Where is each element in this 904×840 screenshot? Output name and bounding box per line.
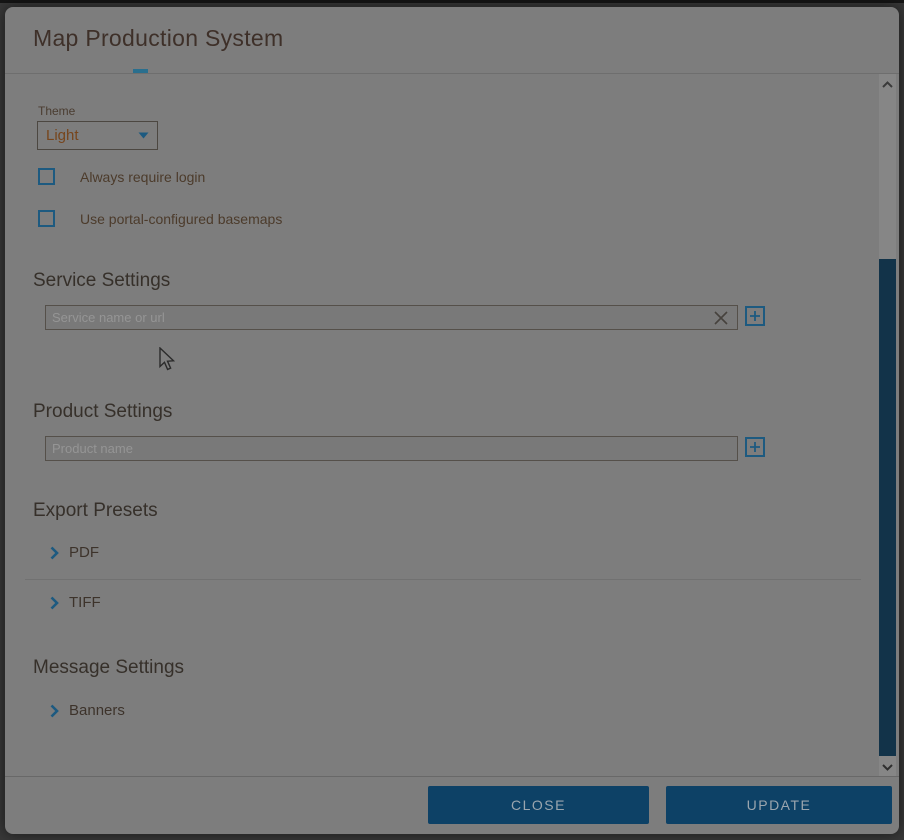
export-preset-label: TIFF: [69, 594, 101, 611]
export-preset-tiff-row[interactable]: TIFF: [50, 594, 101, 611]
scroll-up-icon[interactable]: [879, 76, 896, 93]
service-settings-heading: Service Settings: [33, 270, 170, 292]
chevron-right-icon: [50, 546, 59, 560]
header-divider: [5, 73, 899, 74]
portal-basemaps-checkbox[interactable]: [38, 210, 55, 227]
screen: Map Production System Theme Light Always…: [0, 0, 904, 840]
map-production-system-dialog: Map Production System Theme Light Always…: [5, 7, 899, 834]
clear-input-icon[interactable]: [713, 310, 729, 326]
dialog-title: Map Production System: [33, 25, 283, 52]
row-divider: [25, 579, 861, 580]
vertical-scrollbar[interactable]: [879, 74, 896, 776]
product-name-input[interactable]: [45, 436, 738, 461]
mouse-cursor: [158, 347, 175, 376]
footer-divider: [5, 776, 899, 777]
checkbox-label: Always require login: [80, 169, 205, 185]
add-service-button[interactable]: [745, 306, 765, 326]
always-require-login-checkbox[interactable]: [38, 168, 55, 185]
chevron-right-icon: [50, 596, 59, 610]
scroll-down-icon[interactable]: [879, 759, 896, 776]
export-preset-pdf-row[interactable]: PDF: [50, 544, 99, 561]
banners-row[interactable]: Banners: [50, 702, 125, 719]
update-button[interactable]: UPDATE: [666, 786, 892, 824]
export-presets-heading: Export Presets: [33, 500, 158, 522]
checkbox-row-portal-basemaps: Use portal-configured basemaps: [38, 210, 282, 227]
product-settings-heading: Product Settings: [33, 401, 172, 423]
theme-select[interactable]: Light: [37, 121, 158, 150]
export-preset-label: PDF: [69, 544, 99, 561]
chevron-right-icon: [50, 704, 59, 718]
checkbox-label: Use portal-configured basemaps: [80, 211, 282, 227]
add-product-button[interactable]: [745, 437, 765, 457]
close-button[interactable]: CLOSE: [428, 786, 649, 824]
caret-down-icon: [138, 132, 149, 139]
service-name-input[interactable]: [45, 305, 738, 330]
theme-select-value: Light: [46, 127, 138, 144]
message-setting-label: Banners: [69, 702, 125, 719]
theme-label: Theme: [38, 104, 75, 118]
checkbox-row-always-require-login: Always require login: [38, 168, 205, 185]
message-settings-heading: Message Settings: [33, 657, 184, 679]
scrollbar-thumb[interactable]: [879, 259, 896, 756]
